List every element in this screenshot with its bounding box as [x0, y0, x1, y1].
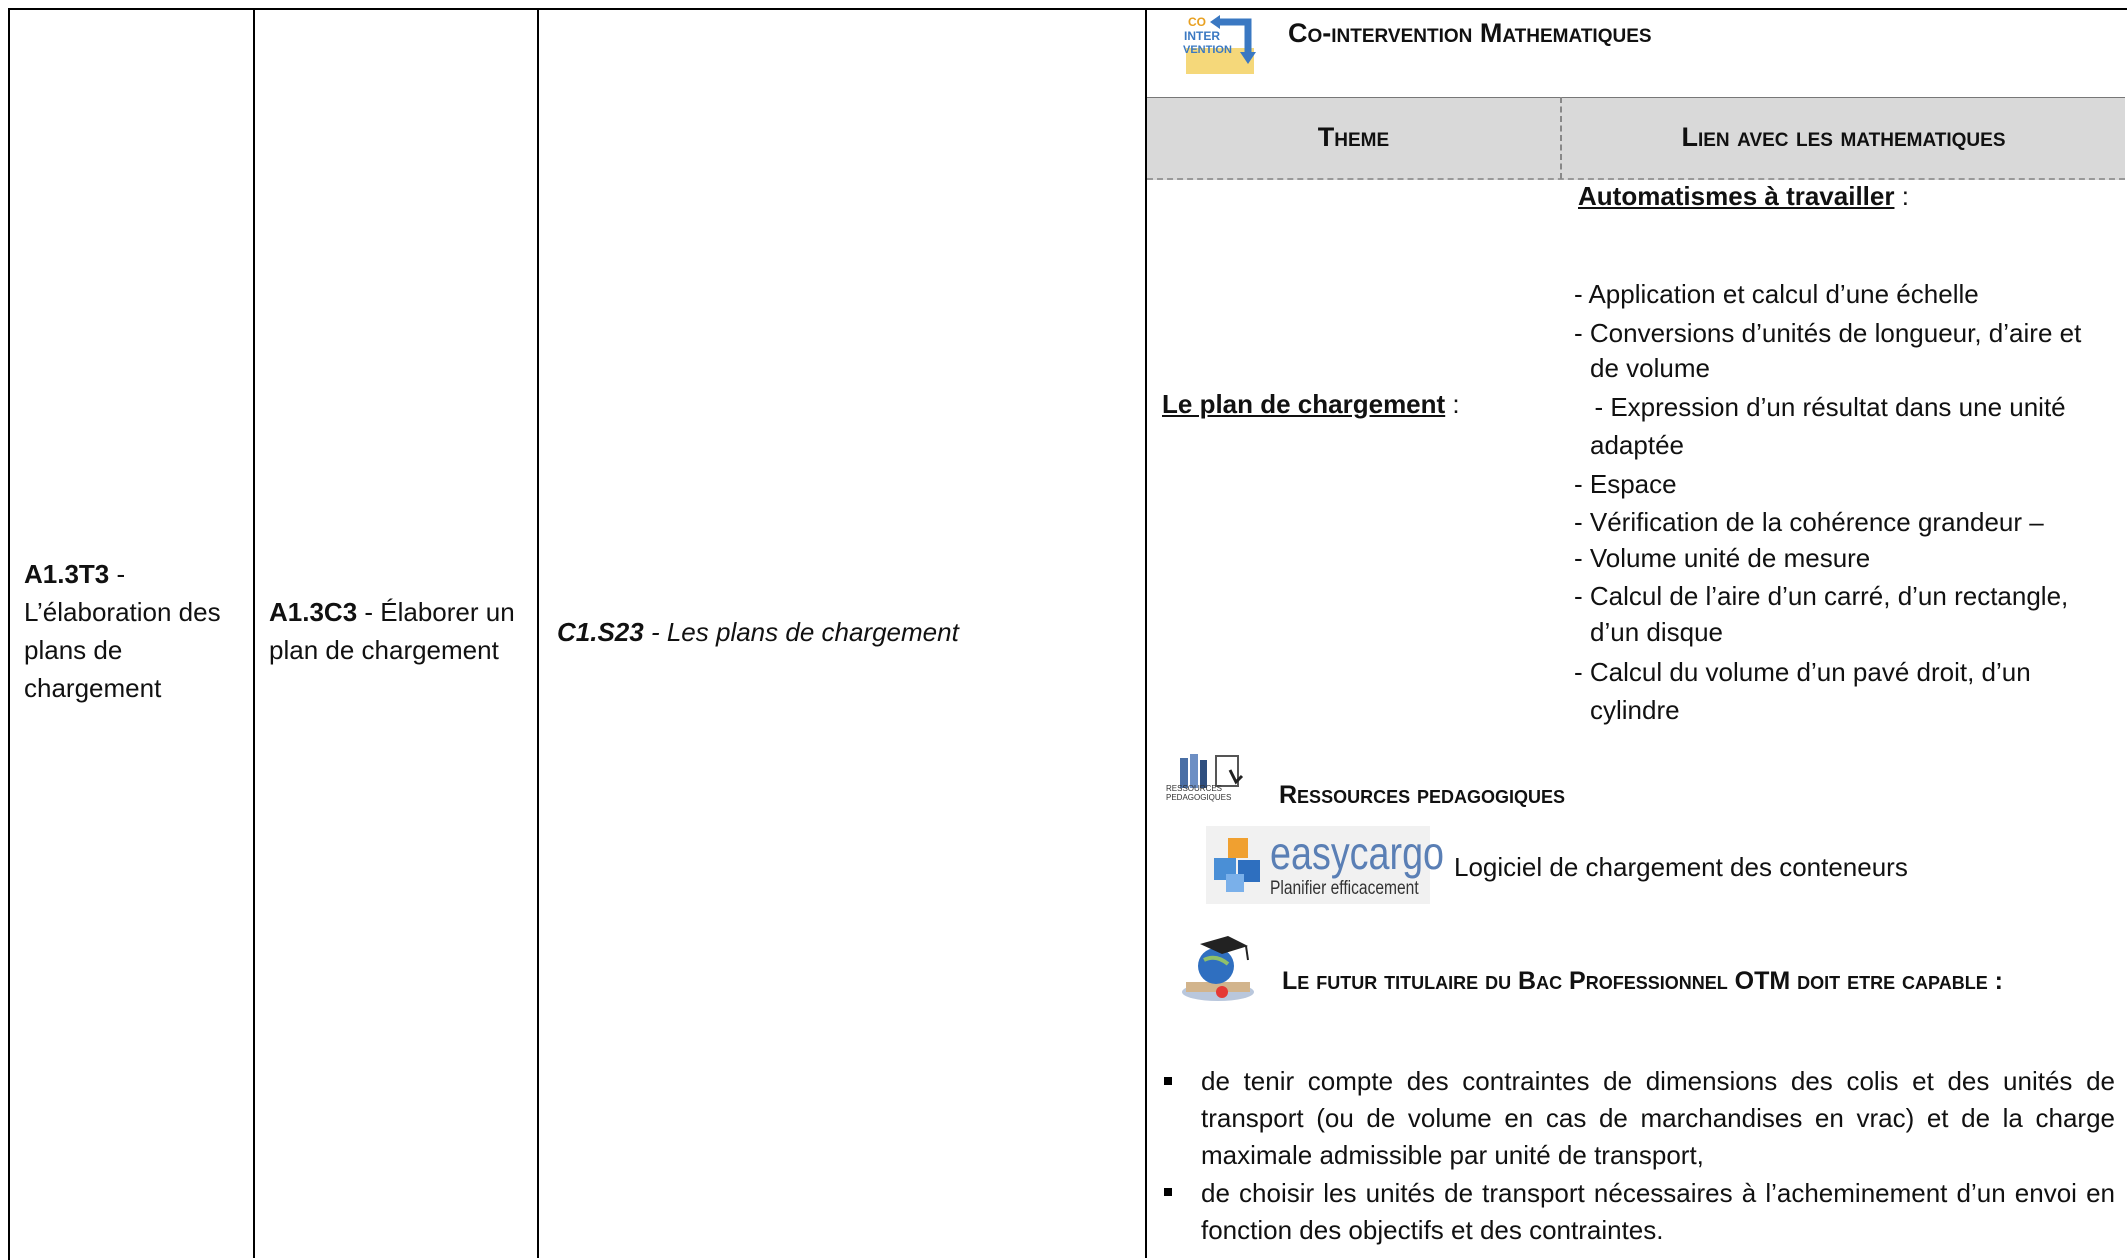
header-theme: Theme [1317, 122, 1390, 152]
competence-sep: - Élaborer un [357, 597, 515, 627]
automatisme-item: - Expression d’un résultat dans une unit… [1580, 389, 2066, 425]
automatisme-text: - Expression d’un résultat dans une unit… [1594, 392, 2066, 422]
easycargo-name: easycargo [1270, 827, 1445, 879]
savoir-cell: C1.S23 - Les plans de chargement [557, 613, 1137, 651]
automatisme-item: - Application et calcul d’une échelle [1574, 279, 1979, 309]
automatisme-item: - Calcul de l’aire d’un carré, d’un rect… [1574, 581, 2069, 611]
savoir-text: - Les plans de chargement [643, 617, 959, 647]
ressources-caption-1: RESSOURCES [1166, 784, 1223, 793]
competence-code: A1.3C3 [269, 597, 358, 627]
graduation-globe-icon [1182, 936, 1254, 1001]
automatisme-item: cylindre [1590, 695, 1680, 725]
automatismes-colon: : [1894, 181, 1909, 211]
ressources-caption-2: PEDAGOGIQUES [1166, 793, 1232, 802]
automatisme-item: - Volume unité de mesure [1574, 543, 1871, 573]
logo-inter: INTER [1184, 29, 1220, 43]
competence-line-2: plan de chargement [269, 635, 499, 665]
futur-title: Le futur titulaire du Bac Professionnel … [1282, 967, 2003, 995]
theme-colon: : [1445, 389, 1460, 419]
column-divider-3 [1145, 8, 1147, 1258]
task-line-1: L’élaboration des [24, 597, 221, 627]
section-title: Co-intervention Mathematiques [1288, 18, 1652, 48]
automatismes-label: Automatismes à travailler [1578, 181, 1895, 211]
header-lien: Lien avec les mathematiques [1681, 122, 2006, 152]
savoir-code: C1.S23 [557, 617, 644, 647]
graduate-icon [1178, 934, 1258, 1004]
automatismes-heading: Automatismes à travailler : [1578, 181, 1909, 212]
easycargo-description: Logiciel de chargement des conteneurs [1454, 852, 1908, 882]
theme-label: Le plan de chargement [1162, 389, 1446, 419]
automatisme-item: - Calcul du volume d’un pavé droit, d’un [1574, 657, 2031, 687]
automatisme-item: - Espace [1574, 469, 1677, 499]
easycargo-logo: easycargo Planifier efficacement [1206, 826, 1444, 904]
bullet-icon [1164, 1077, 1172, 1085]
task-code: A1.3T3 [24, 559, 110, 589]
task-line-3: chargement [24, 673, 162, 703]
ressources-title: Ressources pedagogiques [1279, 781, 1566, 809]
automatisme-item: d’un disque [1590, 617, 1723, 647]
column-divider-1 [253, 8, 255, 1258]
ressources-icon: RESSOURCES PEDAGOGIQUES [1166, 752, 1252, 806]
automatisme-item: - Conversions d’unités de longueur, d’ai… [1574, 318, 2082, 348]
automatisme-item: de volume [1590, 353, 1710, 383]
easycargo-tagline: Planifier efficacement [1270, 878, 1419, 899]
capability-item: de choisir les unités de transport néces… [1201, 1178, 2115, 1245]
bullet-icon [1164, 1188, 1172, 1196]
cubes-icon [1214, 838, 1260, 892]
automatisme-item: - Vérification de la cohérence grandeur … [1574, 507, 2044, 537]
logo-vention: VENTION [1183, 44, 1232, 56]
competence-cell: A1.3C3 - Élaborer un plan de chargement [269, 593, 529, 669]
task-sep: - [109, 559, 126, 589]
task-cell: A1.3T3 - L’élaboration des plans de char… [24, 555, 244, 707]
logo-co: CO [1188, 15, 1206, 29]
automatisme-item: adaptée [1590, 430, 1684, 460]
task-line-2: plans de [24, 635, 123, 665]
column-divider-2 [537, 8, 539, 1258]
co-intervention-logo: CO INTER VENTION [1180, 14, 1258, 76]
theme-label-wrap: Le plan de chargement : [1162, 389, 1460, 420]
capability-item: de tenir compte des contraintes de dimen… [1201, 1066, 2115, 1170]
